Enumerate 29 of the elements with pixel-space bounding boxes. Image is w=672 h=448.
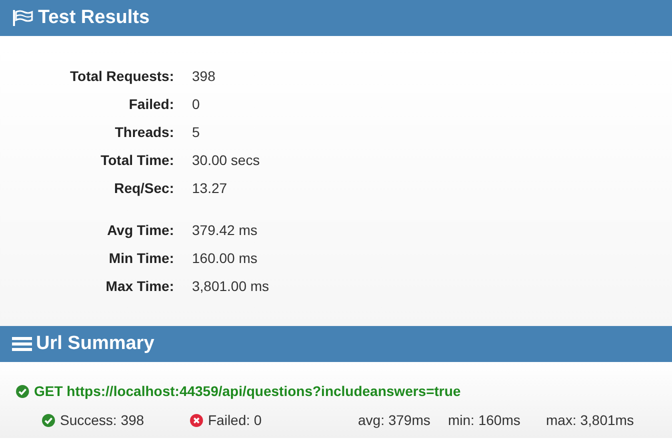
avg-time: avg: 379ms [358, 410, 432, 430]
section-title: Test Results [38, 6, 150, 30]
menu-icon [12, 336, 32, 352]
min-time: min: 160ms [448, 410, 522, 430]
stat-value: 30.00 secs [192, 151, 261, 170]
failed-count: Failed: 0 [208, 410, 263, 430]
stat-label: Avg Time: [106, 221, 174, 240]
stat-label: Threads: [114, 123, 174, 142]
stat-label: Total Requests: [69, 67, 174, 86]
stat-label: Total Time: [100, 151, 174, 170]
check-circle-icon [42, 414, 55, 426]
check-circle-icon [16, 384, 29, 398]
stat-value: 5 [192, 123, 201, 142]
request-url: GET https://localhost:44359/api/questions?includeanswers=true [34, 382, 461, 401]
stat-value: 398 [192, 67, 216, 86]
stat-value: 160.00 ms [192, 249, 258, 268]
stat-label: Min Time: [108, 249, 174, 268]
section-title: Url Summary [36, 332, 154, 356]
success-count: Success: 398 [60, 410, 146, 430]
stat-value: 0 [192, 95, 201, 114]
stat-label: Req/Sec: [113, 179, 174, 198]
stat-value: 3,801.00 ms [192, 277, 270, 296]
stat-label: Max Time: [104, 277, 174, 296]
stat-label: Failed: [128, 95, 174, 114]
max-time: max: 3,801ms [546, 410, 634, 430]
error-circle-icon [190, 414, 203, 426]
stat-value: 379.42 ms [192, 221, 258, 240]
flag-icon [12, 10, 34, 26]
stat-value: 13.27 [192, 179, 228, 198]
